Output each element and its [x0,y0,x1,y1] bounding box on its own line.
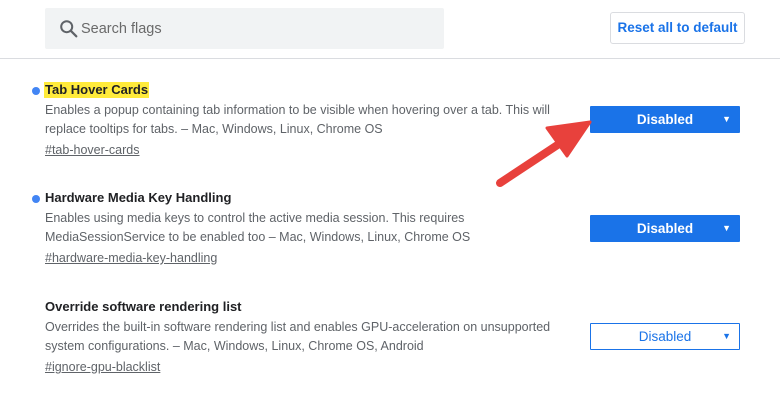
header: Reset all to default [0,0,780,59]
flag-description-line2: replace tooltips for tabs. – Mac, Window… [45,122,383,136]
flag-state-select[interactable]: Disabled ▼ [590,106,740,133]
flag-description-line2: system configurations. – Mac, Windows, L… [45,339,424,353]
flag-description-line1: Overrides the built-in software renderin… [45,320,551,334]
select-value: Disabled [636,221,694,236]
flag-anchor-link[interactable]: #hardware-media-key-handling [45,250,217,266]
modified-indicator-dot [32,195,40,203]
chevron-down-icon: ▼ [722,114,731,124]
select-value: Disabled [636,112,694,127]
select-value: Disabled [638,329,692,344]
search-icon [60,20,78,38]
flag-state-select[interactable]: Disabled ▼ [590,215,740,242]
search-box[interactable] [45,8,444,49]
flag-title: Override software rendering list [45,299,242,314]
flag-description-line1: Enables using media keys to control the … [45,211,465,225]
flag-title: Hardware Media Key Handling [45,190,232,205]
search-input[interactable] [81,8,431,49]
flag-anchor-link[interactable]: #tab-hover-cards [45,142,140,158]
flag-state-select[interactable]: Disabled ▼ [590,323,740,350]
flag-description-line2: MediaSessionService to be enabled too – … [45,230,471,244]
flag-anchor-link[interactable]: #ignore-gpu-blacklist [45,359,160,375]
modified-indicator-dot [32,87,40,95]
flag-title: Tab Hover Cards [44,82,150,98]
reset-all-button[interactable]: Reset all to default [610,12,745,44]
chevron-down-icon: ▼ [722,223,731,233]
flag-description-line1: Enables a popup containing tab informati… [45,103,550,117]
chevron-down-icon: ▼ [722,331,731,341]
